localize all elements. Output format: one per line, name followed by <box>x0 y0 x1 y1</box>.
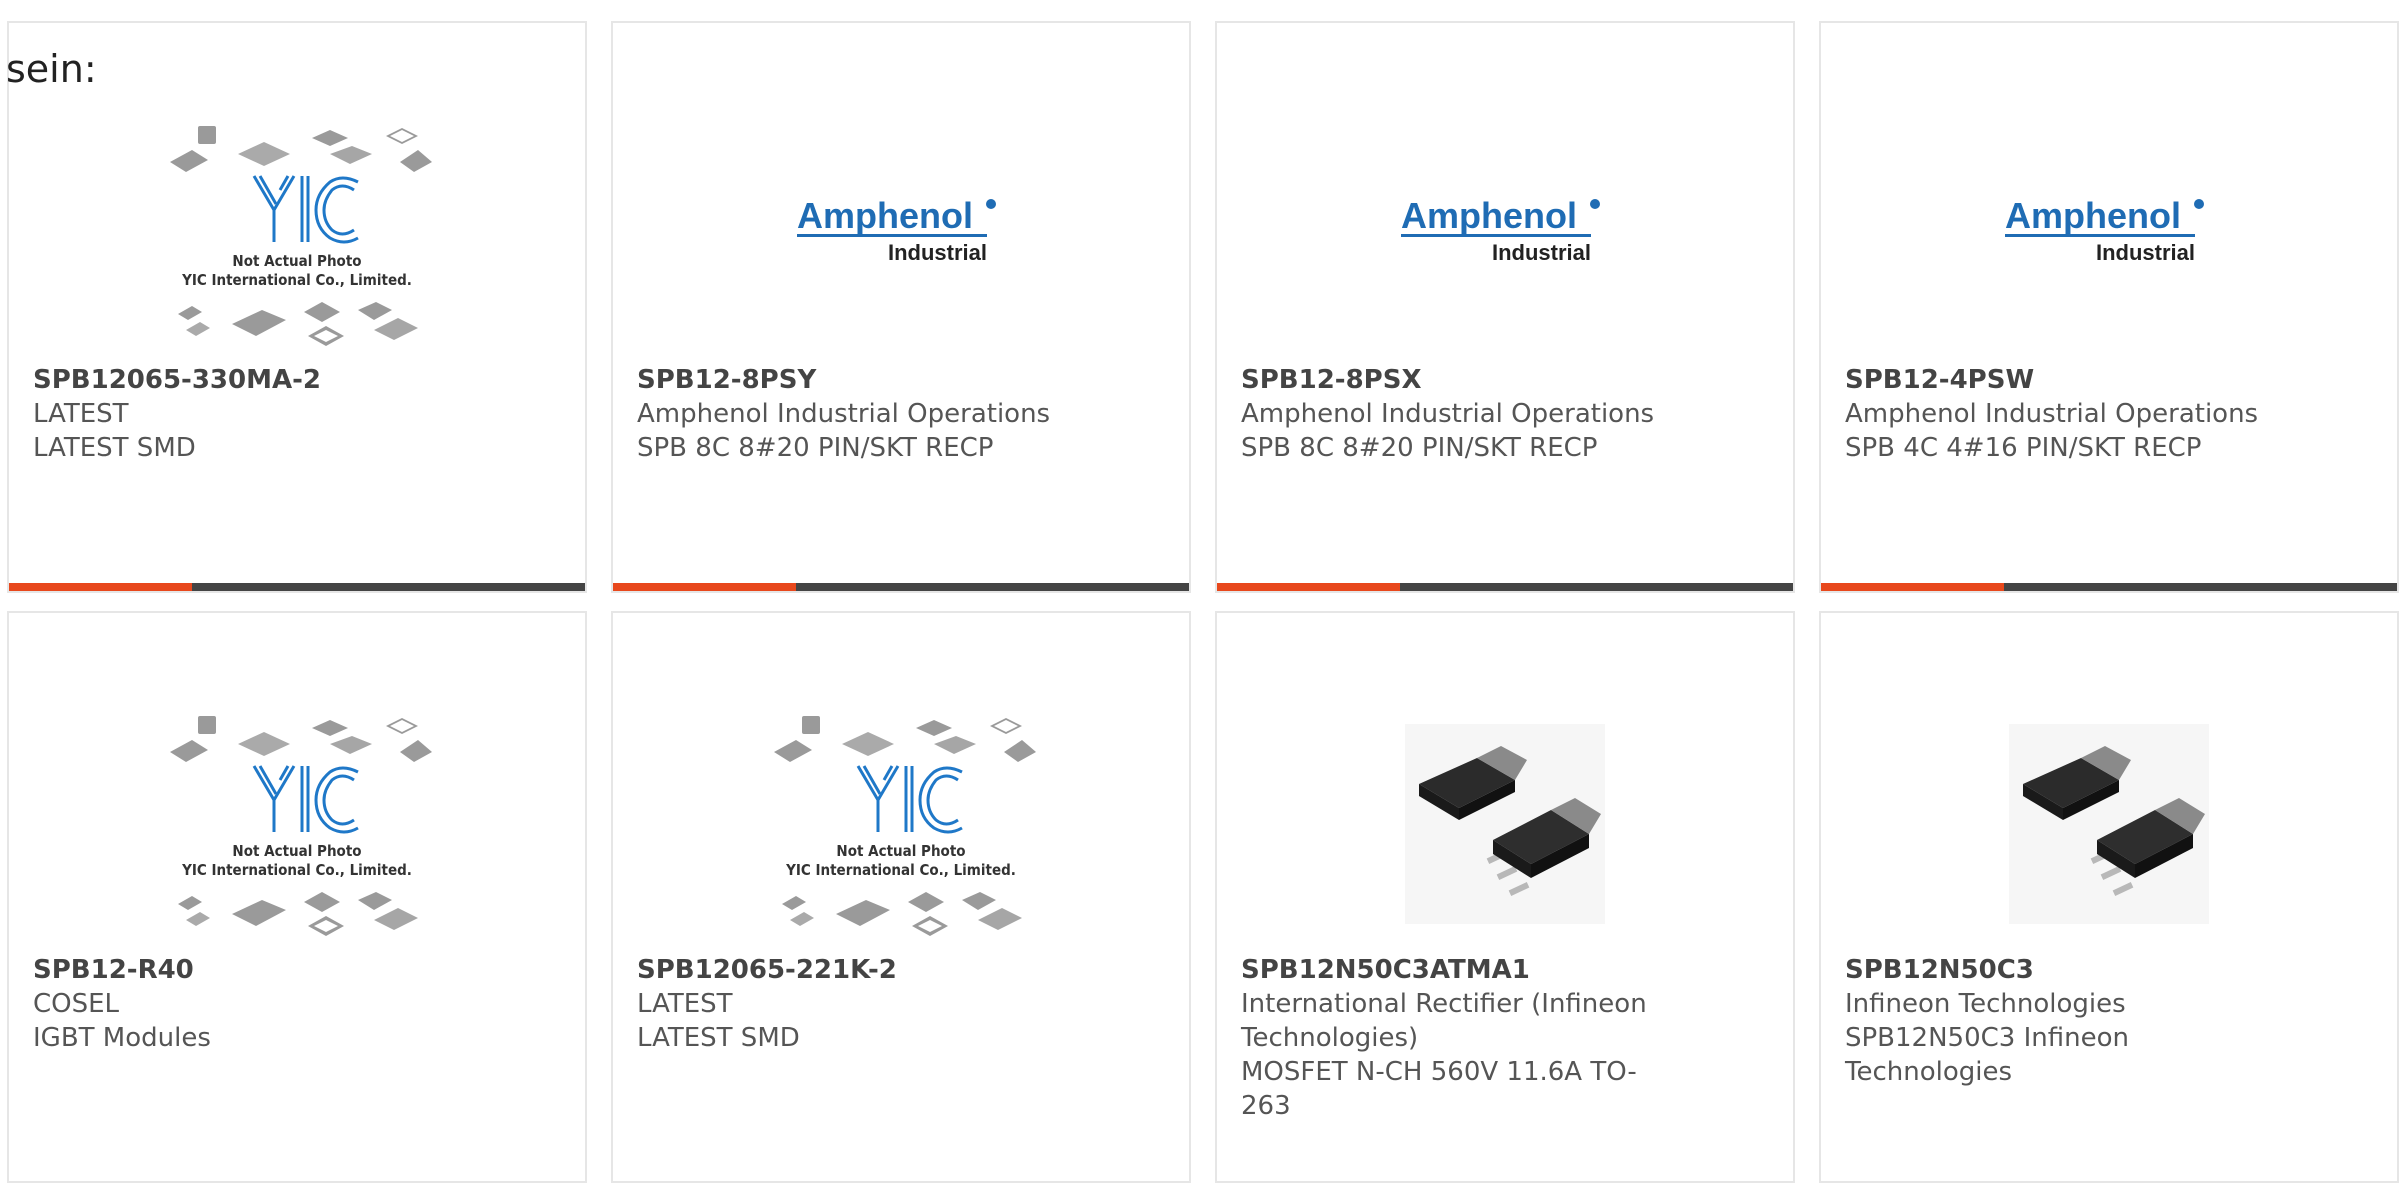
description: SPB 8C 8#20 PIN/SKT RECP <box>1241 433 1598 463</box>
logo-brand: Amphenol <box>2005 195 2181 236</box>
product-image <box>1821 683 2397 965</box>
product-image: Amphenol Industrial <box>613 93 1189 375</box>
card-bottom-bar <box>1821 583 2397 591</box>
product-card[interactable]: SPB12N50C3ATMA1 International Rectifier … <box>1215 611 1795 1183</box>
card-accent <box>613 583 796 591</box>
amphenol-logo: Amphenol Industrial <box>2005 195 2204 265</box>
placeholder-caption-line1: Not Actual Photo <box>232 252 361 270</box>
placeholder-caption-line1: Not Actual Photo <box>232 842 361 860</box>
manufacturer: Amphenol Industrial Operations <box>637 399 1051 429</box>
product-image: Amphenol Industrial <box>1821 93 2397 375</box>
placeholder-photo: Not Actual Photo YIC International Co., … <box>170 126 432 346</box>
amphenol-logo: Amphenol Industrial <box>1401 195 1600 265</box>
card-bottom-bar <box>613 583 1189 591</box>
description: SPB 4C 4#16 PIN/SKT RECP <box>1845 433 2202 463</box>
card-bottom-bar <box>9 583 585 591</box>
manufacturer: COSEL <box>33 989 120 1019</box>
logo-sub: Industrial <box>1492 240 1591 265</box>
product-image: Not Actual Photo YIC International Co., … <box>9 683 585 965</box>
description: IGBT Modules <box>33 1023 211 1053</box>
part-number[interactable]: SPB12-8PSX <box>1241 363 1681 397</box>
card-accent <box>9 583 192 591</box>
placeholder-photo: Not Actual Photo YIC International Co., … <box>774 716 1036 936</box>
product-image: Not Actual Photo YIC International Co., … <box>613 683 1189 965</box>
to263-package-photo <box>2009 724 2209 924</box>
registered-mark-icon <box>2194 199 2204 209</box>
placeholder-caption-line1: Not Actual Photo <box>836 842 965 860</box>
product-image <box>1217 683 1793 965</box>
manufacturer: Amphenol Industrial Operations <box>1241 399 1655 429</box>
placeholder-caption-line2: YIC International Co., Limited. <box>785 861 1016 879</box>
manufacturer: International Rectifier (Infineon Techno… <box>1241 989 1647 1053</box>
description: MOSFET N-CH 560V 11.6A TO-263 <box>1241 1057 1637 1121</box>
part-number[interactable]: SPB12N50C3ATMA1 <box>1241 953 1681 987</box>
card-bottom-bar <box>1217 583 1793 591</box>
logo-sub: Industrial <box>2096 240 2195 265</box>
product-card[interactable]: Not Actual Photo YIC International Co., … <box>7 21 587 593</box>
intro-text: sein: <box>6 47 97 91</box>
product-card[interactable]: Amphenol Industrial SPB12-4PSW Amphenol … <box>1819 21 2399 593</box>
amphenol-logo: Amphenol Industrial <box>797 195 996 265</box>
manufacturer: LATEST <box>637 989 733 1019</box>
product-image: Not Actual Photo YIC International Co., … <box>9 93 585 375</box>
registered-mark-icon <box>1590 199 1600 209</box>
product-card[interactable]: SPB12N50C3 Infineon Technologies SPB12N5… <box>1819 611 2399 1183</box>
manufacturer: LATEST <box>33 399 129 429</box>
product-grid: Not Actual Photo YIC International Co., … <box>7 21 2399 1183</box>
logo-sub: Industrial <box>888 240 987 265</box>
product-image: Amphenol Industrial <box>1217 93 1793 375</box>
placeholder-caption-line2: YIC International Co., Limited. <box>181 271 412 289</box>
part-number[interactable]: SPB12N50C3 <box>1845 953 2285 987</box>
placeholder-photo: Not Actual Photo YIC International Co., … <box>170 716 432 936</box>
product-card[interactable]: Amphenol Industrial SPB12-8PSX Amphenol … <box>1215 21 1795 593</box>
product-card[interactable]: Not Actual Photo YIC International Co., … <box>7 611 587 1183</box>
part-number[interactable]: SPB12065-330MA-2 <box>33 363 473 397</box>
part-number[interactable]: SPB12-8PSY <box>637 363 1077 397</box>
placeholder-caption-line2: YIC International Co., Limited. <box>181 861 412 879</box>
description: LATEST SMD <box>637 1023 800 1053</box>
product-card[interactable]: Amphenol Industrial SPB12-8PSY Amphenol … <box>611 21 1191 593</box>
part-number[interactable]: SPB12-R40 <box>33 953 473 987</box>
to263-package-photo <box>1405 724 1605 924</box>
card-accent <box>1217 583 1400 591</box>
registered-mark-icon <box>986 199 996 209</box>
card-accent <box>1821 583 2004 591</box>
product-card[interactable]: Not Actual Photo YIC International Co., … <box>611 611 1191 1183</box>
description: SPB 8C 8#20 PIN/SKT RECP <box>637 433 994 463</box>
manufacturer: Infineon Technologies <box>1845 989 2126 1019</box>
description: SPB12N50C3 Infineon Technologies <box>1845 1023 2129 1087</box>
logo-brand: Amphenol <box>797 195 973 236</box>
description: LATEST SMD <box>33 433 196 463</box>
manufacturer: Amphenol Industrial Operations <box>1845 399 2259 429</box>
part-number[interactable]: SPB12-4PSW <box>1845 363 2285 397</box>
logo-brand: Amphenol <box>1401 195 1577 236</box>
part-number[interactable]: SPB12065-221K-2 <box>637 953 1077 987</box>
